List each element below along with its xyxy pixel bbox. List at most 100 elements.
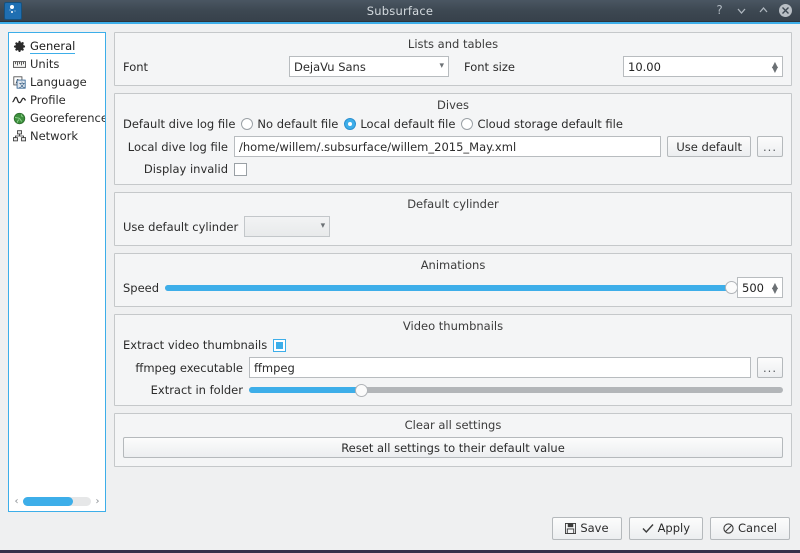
animation-speed-row: Speed 500 ▲▼ <box>123 277 783 298</box>
cancel-button[interactable]: Cancel <box>710 517 790 540</box>
scroll-right-arrow-icon[interactable]: › <box>93 496 102 507</box>
ffmpeg-input[interactable]: ffmpeg <box>249 357 751 378</box>
sidebar-item-label: General <box>30 39 75 54</box>
radio-label: No default file <box>257 117 338 131</box>
sidebar-item-profile[interactable]: Profile <box>9 91 105 109</box>
radio-label: Cloud storage default file <box>477 117 622 131</box>
dialog-body: General Units A <box>0 24 800 512</box>
slider-fill <box>165 285 731 291</box>
sidebar-list: General Units A <box>9 33 105 493</box>
local-dive-log-value: /home/willem/.subsurface/willem_2015_May… <box>239 140 516 154</box>
group-video-thumbnails: Video thumbnails Extract video thumbnail… <box>114 314 792 406</box>
radio-indicator <box>241 118 253 130</box>
chart-line-icon <box>12 93 26 107</box>
browse-dive-log-button[interactable]: ... <box>757 136 783 157</box>
radio-label: Local default file <box>360 117 455 131</box>
group-title: Default cylinder <box>123 197 783 211</box>
slider-handle[interactable] <box>355 384 368 397</box>
browse-ffmpeg-button[interactable]: ... <box>757 357 783 378</box>
extract-video-thumbnails-checkbox[interactable] <box>273 339 286 352</box>
sidebar-item-language[interactable]: A 文 Language <box>9 73 105 91</box>
speed-spinbox[interactable]: 500 ▲▼ <box>737 277 783 298</box>
display-invalid-row: Display invalid <box>123 162 783 176</box>
extract-in-folder-slider[interactable] <box>249 383 783 397</box>
use-default-button[interactable]: Use default <box>667 136 751 157</box>
globe-icon <box>12 111 26 125</box>
sidebar-item-georeference[interactable]: Georeference <box>9 109 105 127</box>
sidebar-item-label: Units <box>30 57 59 71</box>
local-dive-log-input[interactable]: /home/willem/.subsurface/willem_2015_May… <box>234 136 661 157</box>
speed-slider[interactable] <box>165 281 731 295</box>
sidebar-horizontal-scrollbar[interactable]: ‹ › <box>9 493 105 511</box>
radio-no-default-file[interactable]: No default file <box>241 117 338 131</box>
help-icon[interactable]: ? <box>713 4 726 17</box>
default-cylinder-row: Use default cylinder ▾ <box>123 216 783 237</box>
network-icon <box>12 129 26 143</box>
chevron-down-icon: ▾ <box>321 222 326 231</box>
window-title: Subsurface <box>0 4 800 18</box>
circle-slash-icon <box>723 523 734 534</box>
speed-label: Speed <box>123 281 159 295</box>
default-cylinder-combobox[interactable]: ▾ <box>244 216 330 237</box>
checkmark-icon <box>642 523 654 534</box>
ffmpeg-label: ffmpeg executable <box>123 361 243 375</box>
sidebar-item-label: Georeference <box>30 111 105 125</box>
svg-text:文: 文 <box>18 79 25 88</box>
window-controls: ? <box>713 4 800 17</box>
use-default-cylinder-label: Use default cylinder <box>123 220 238 234</box>
sidebar-item-label: Profile <box>30 93 66 107</box>
sidebar-item-units[interactable]: Units <box>9 55 105 73</box>
ffmpeg-row: ffmpeg executable ffmpeg ... <box>123 357 783 378</box>
save-button[interactable]: Save <box>552 517 621 540</box>
extract-video-thumbnails-row: Extract video thumbnails <box>123 338 783 352</box>
content-spacer <box>114 474 792 504</box>
close-icon[interactable] <box>779 4 792 17</box>
radio-local-default-file[interactable]: Local default file <box>344 117 455 131</box>
ruler-icon <box>12 57 26 71</box>
group-title: Lists and tables <box>123 37 783 51</box>
font-family-combobox[interactable]: DejaVu Sans ▾ <box>289 56 449 77</box>
spinbox-arrows-icon[interactable]: ▲▼ <box>772 283 778 293</box>
group-animations: Animations Speed 500 ▲▼ <box>114 253 792 307</box>
sidebar-item-label: Network <box>30 129 78 143</box>
ffmpeg-value: ffmpeg <box>254 361 295 375</box>
font-size-value: 10.00 <box>628 60 661 74</box>
title-bar: Subsurface ? <box>0 0 800 22</box>
reset-all-settings-button[interactable]: Reset all settings to their default valu… <box>123 437 783 458</box>
display-invalid-label: Display invalid <box>123 162 228 176</box>
settings-sidebar: General Units A <box>8 32 106 512</box>
sidebar-item-label: Language <box>30 75 87 89</box>
apply-button[interactable]: Apply <box>629 517 703 540</box>
group-lists-and-tables: Lists and tables Font DejaVu Sans ▾ Font… <box>114 32 792 86</box>
local-dive-log-label: Local dive log file <box>123 140 228 154</box>
maximize-icon[interactable] <box>757 4 770 17</box>
spinbox-arrows-icon[interactable]: ▲▼ <box>772 62 778 72</box>
group-title: Video thumbnails <box>123 319 783 333</box>
font-size-spinbox[interactable]: 10.00 ▲▼ <box>623 56 783 77</box>
extract-in-folder-label: Extract in folder <box>123 383 243 397</box>
extract-video-thumbnails-label: Extract video thumbnails <box>123 338 267 352</box>
minimize-icon[interactable] <box>735 4 748 17</box>
preferences-dialog: Subsurface ? <box>0 0 800 553</box>
apply-label: Apply <box>658 521 690 535</box>
default-dive-log-label: Default dive log file <box>123 117 235 131</box>
scrollbar-thumb[interactable] <box>23 497 73 506</box>
font-row: Font DejaVu Sans ▾ Font size 10.00 ▲▼ <box>123 56 783 77</box>
scroll-left-arrow-icon[interactable]: ‹ <box>12 496 21 507</box>
settings-content: Lists and tables Font DejaVu Sans ▾ Font… <box>114 32 792 504</box>
sidebar-item-general[interactable]: General <box>9 37 105 55</box>
sidebar-item-network[interactable]: Network <box>9 127 105 145</box>
dialog-footer: Save Apply Cancel <box>0 512 800 550</box>
subsurface-diver-icon <box>4 2 22 20</box>
radio-cloud-storage-default-file[interactable]: Cloud storage default file <box>461 117 622 131</box>
extract-in-folder-row: Extract in folder <box>123 383 783 397</box>
speed-value: 500 <box>742 281 764 295</box>
font-label: Font <box>123 60 283 74</box>
scrollbar-track[interactable] <box>23 497 91 506</box>
chevron-down-icon: ▾ <box>439 62 444 71</box>
font-family-value: DejaVu Sans <box>294 60 366 74</box>
display-invalid-checkbox[interactable] <box>234 163 247 176</box>
gear-icon <box>12 39 26 53</box>
slider-fill <box>249 387 361 393</box>
group-dives: Dives Default dive log file No default f… <box>114 93 792 185</box>
